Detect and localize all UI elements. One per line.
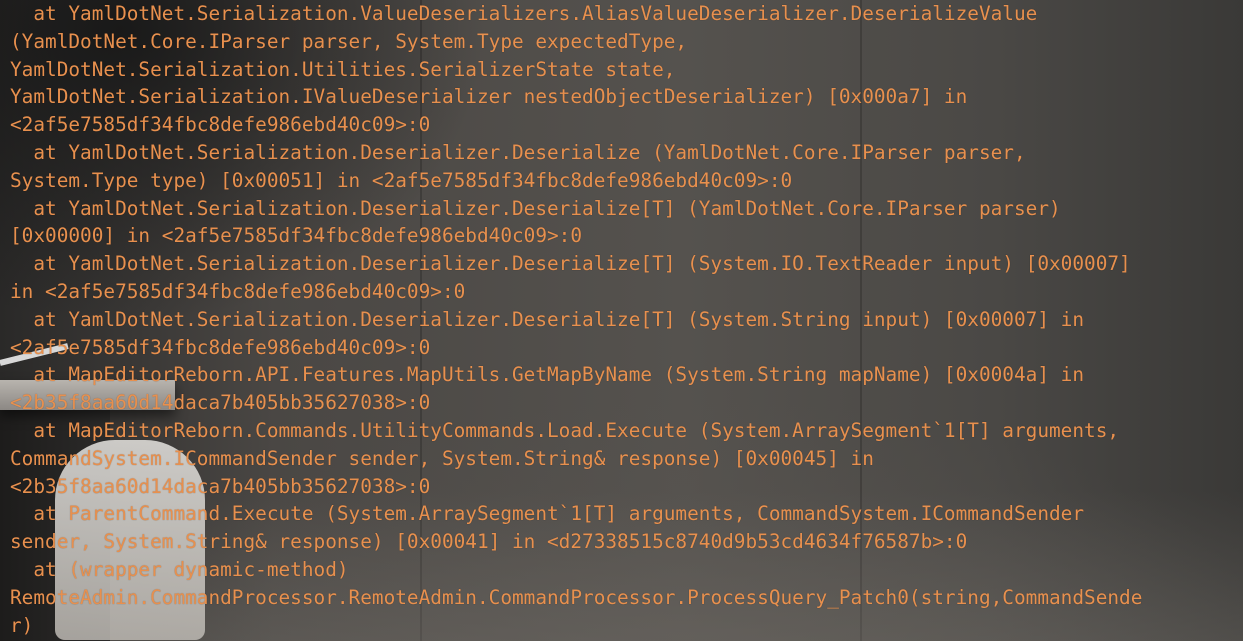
console-line: in <2af5e7585df34fbc8defe986ebd40c09>:0 xyxy=(10,279,466,303)
console-line: at MapEditorReborn.Commands.UtilityComma… xyxy=(10,418,1120,442)
console-line: RemoteAdmin.CommandProcessor.RemoteAdmin… xyxy=(10,585,1143,609)
console-output: at YamlDotNet.Serialization.ValueDeseria… xyxy=(10,0,1142,639)
console-line: sender, System.String& response) [0x0004… xyxy=(10,530,968,554)
console-line: r) xyxy=(10,613,34,637)
console-line: at YamlDotNet.Serialization.Deserializer… xyxy=(10,140,1026,164)
console-line: <2af5e7585df34fbc8defe986ebd40c09>:0 xyxy=(10,113,431,137)
console-line: <2b35f8aa60d14daca7b405bb35627038>:0 xyxy=(10,474,431,498)
console-line: <2af5e7585df34fbc8defe986ebd40c09>:0 xyxy=(10,335,431,359)
console-line: YamlDotNet.Serialization.IValueDeseriali… xyxy=(10,85,968,109)
console-line: CommandSystem.ICommandSender sender, Sys… xyxy=(10,446,874,470)
console-line: YamlDotNet.Serialization.Utilities.Seria… xyxy=(10,57,676,81)
console-line: at YamlDotNet.Serialization.Deserializer… xyxy=(10,307,1085,331)
console-line: at MapEditorReborn.API.Features.MapUtils… xyxy=(10,363,1085,387)
console-line: at YamlDotNet.Serialization.Deserializer… xyxy=(10,252,1131,276)
console-line: at ParentCommand.Execute (System.ArraySe… xyxy=(10,502,1085,526)
console-line: [0x00000] in <2af5e7585df34fbc8defe986eb… xyxy=(10,224,583,248)
console-line: (YamlDotNet.Core.IParser parser, System.… xyxy=(10,29,688,53)
console-line: at YamlDotNet.Serialization.Deserializer… xyxy=(10,196,1061,220)
console-line: at YamlDotNet.Serialization.ValueDeseria… xyxy=(10,2,1038,25)
console-line: at (wrapper dynamic-method) xyxy=(10,557,349,581)
console-line: <2b35f8aa60d14daca7b405bb35627038>:0 xyxy=(10,391,431,415)
console-line: System.Type type) [0x00051] in <2af5e758… xyxy=(10,168,793,192)
